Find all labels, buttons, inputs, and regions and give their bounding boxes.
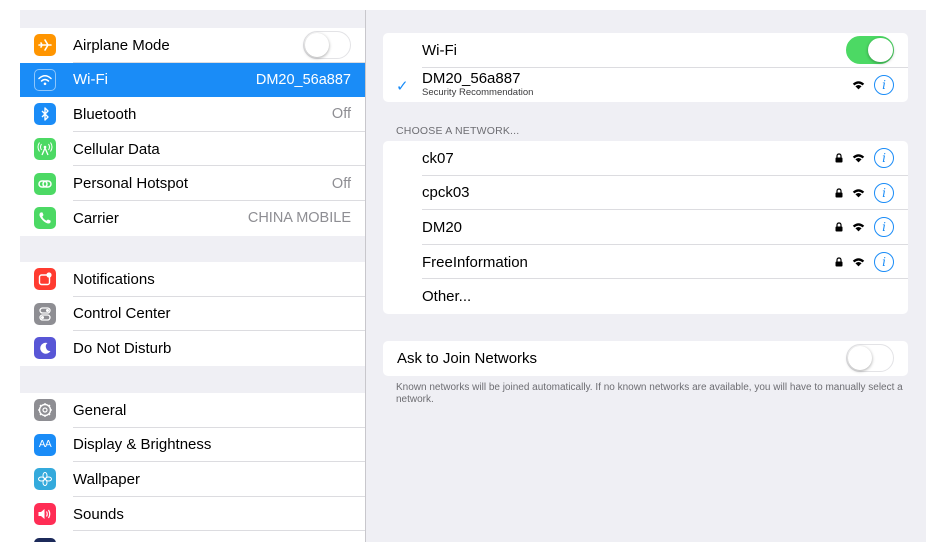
wifi-icon [34,68,56,91]
sidebar-item-label: Notifications [73,270,155,288]
network-icons: i [852,74,894,95]
network-name: cpck03 [422,184,470,202]
moon-icon [34,337,56,360]
ask-to-join-toggle[interactable] [846,344,894,373]
speaker-icon [34,503,56,526]
sidebar-item-partial [20,531,365,542]
wifi-detail-pane: Wi-Fi ✓ DM20_56a887 Security Recommendat… [366,10,926,542]
lock-icon [835,222,843,232]
sidebar-item-label: General [73,401,127,419]
sidebar-item-wallpaper[interactable]: Wallpaper [20,462,365,497]
network-name: DM20 [422,218,463,236]
security-recommendation-label: Security Recommendation [422,87,534,99]
sidebar-item-bluetooth[interactable]: Bluetooth Off [20,97,365,132]
display-icon: AA [34,433,56,456]
wifi-status-card: Wi-Fi ✓ DM20_56a887 Security Recommendat… [383,33,908,103]
network-list-card: ck07 i cpck03 i DM20 i FreeInformation i… [383,141,908,314]
info-icon[interactable]: i [874,217,894,238]
sidebar-item-carrier[interactable]: Carrier CHINA MOBILE [20,201,365,236]
lock-icon [835,188,843,198]
wifi-toggle-row: Wi-Fi [383,33,908,68]
sidebar-group-general: General AA Display & Brightness Wallpape… [20,393,365,542]
info-icon[interactable]: i [874,148,894,169]
network-icons: i [835,148,894,169]
sidebar-item-value: Off [331,175,351,192]
sidebar-group-connectivity: Airplane Mode Wi-Fi DM20_56a887 Bluetoot… [20,28,365,236]
sidebar-item-label: Sounds [73,505,124,523]
checkmark-icon: ✓ [396,77,409,95]
sidebar-item-label: Bluetooth [73,105,137,123]
connected-network-row[interactable]: ✓ DM20_56a887 Security Recommendation i [383,68,908,103]
wifi-label: Wi-Fi [422,41,457,59]
gear-icon [34,399,56,422]
sidebar-item-wifi[interactable]: Wi-Fi DM20_56a887 [20,62,365,98]
network-icons: i [835,252,894,273]
connected-network-text: DM20_56a887 Security Recommendation [422,70,852,99]
network-row[interactable]: FreeInformation i [383,245,908,280]
info-icon[interactable]: i [874,182,894,203]
sidebar-item-control-center[interactable]: Control Center [20,297,365,332]
connected-network-name: DM20_56a887 [422,70,521,88]
sidebar-item-sounds[interactable]: Sounds [20,497,365,532]
sidebar-item-label: Wallpaper [73,470,140,488]
sidebar-item-display-brightness[interactable]: AA Display & Brightness [20,428,365,463]
wifi-signal-icon [852,188,865,198]
network-icons: i [835,182,894,203]
network-name: ck07 [422,149,454,167]
ask-to-join-row: Ask to Join Networks [383,341,908,376]
other-network-label: Other... [422,288,472,306]
sidebar-item-value: CHINA MOBILE [247,210,351,227]
wifi-toggle[interactable] [846,36,894,65]
sidebar-item-label: Carrier [73,209,119,227]
sidebar-item-cellular-data[interactable]: Cellular Data [20,132,365,167]
wifi-signal-icon [852,80,865,90]
sidebar-item-value: DM20_56a887 [255,71,351,88]
wifi-signal-icon [852,153,865,163]
toggle-knob [847,345,872,371]
sidebar-group-notifications: Notifications Control Center Do Not Dist… [20,262,365,366]
sidebar-item-value: Off [331,106,351,123]
notifications-icon [34,268,56,291]
bluetooth-icon [34,103,56,126]
sidebar-item-label: Control Center [73,305,171,323]
network-row[interactable]: cpck03 i [383,176,908,211]
toggle-knob [868,37,893,63]
sidebar-item-notifications[interactable]: Notifications [20,262,365,297]
ask-to-join-footnote: Known networks will be joined automatica… [396,382,903,405]
settings-sidebar: Airplane Mode Wi-Fi DM20_56a887 Bluetoot… [20,10,366,542]
sidebar-item-personal-hotspot[interactable]: Personal Hotspot Off [20,166,365,201]
toggle-knob [304,32,329,58]
info-icon[interactable]: i [874,74,894,95]
network-row[interactable]: ck07 i [383,141,908,176]
control-center-icon [34,302,56,325]
sidebar-item-label: Wi-Fi [73,71,108,89]
sidebar-item-label: Airplane Mode [73,36,170,54]
hotspot-icon [34,172,56,195]
app-icon [34,537,56,542]
lock-icon [835,153,843,163]
network-row[interactable]: DM20 i [383,210,908,245]
choose-network-header: CHOOSE A NETWORK... [396,125,520,137]
sidebar-item-general[interactable]: General [20,393,365,428]
wifi-signal-icon [852,222,865,232]
sidebar-item-label: Do Not Disturb [73,339,172,357]
ask-to-join-card: Ask to Join Networks [383,341,908,376]
sidebar-item-airplane-mode[interactable]: Airplane Mode [20,28,365,63]
sidebar-item-do-not-disturb[interactable]: Do Not Disturb [20,331,365,366]
lock-icon [835,257,843,267]
wallpaper-icon [34,468,56,491]
airplane-icon [34,34,56,57]
sidebar-item-label: Personal Hotspot [73,175,189,193]
ask-to-join-label: Ask to Join Networks [397,349,538,367]
antenna-icon [34,138,56,161]
sidebar-item-label: Display & Brightness [73,436,212,454]
wifi-signal-icon [852,257,865,267]
info-icon[interactable]: i [874,252,894,273]
sidebar-item-label: Cellular Data [73,140,160,158]
network-icons: i [835,217,894,238]
other-network-row[interactable]: Other... [383,279,908,314]
phone-icon [34,207,56,230]
network-name: FreeInformation [422,253,528,271]
airplane-mode-toggle[interactable] [303,31,351,60]
